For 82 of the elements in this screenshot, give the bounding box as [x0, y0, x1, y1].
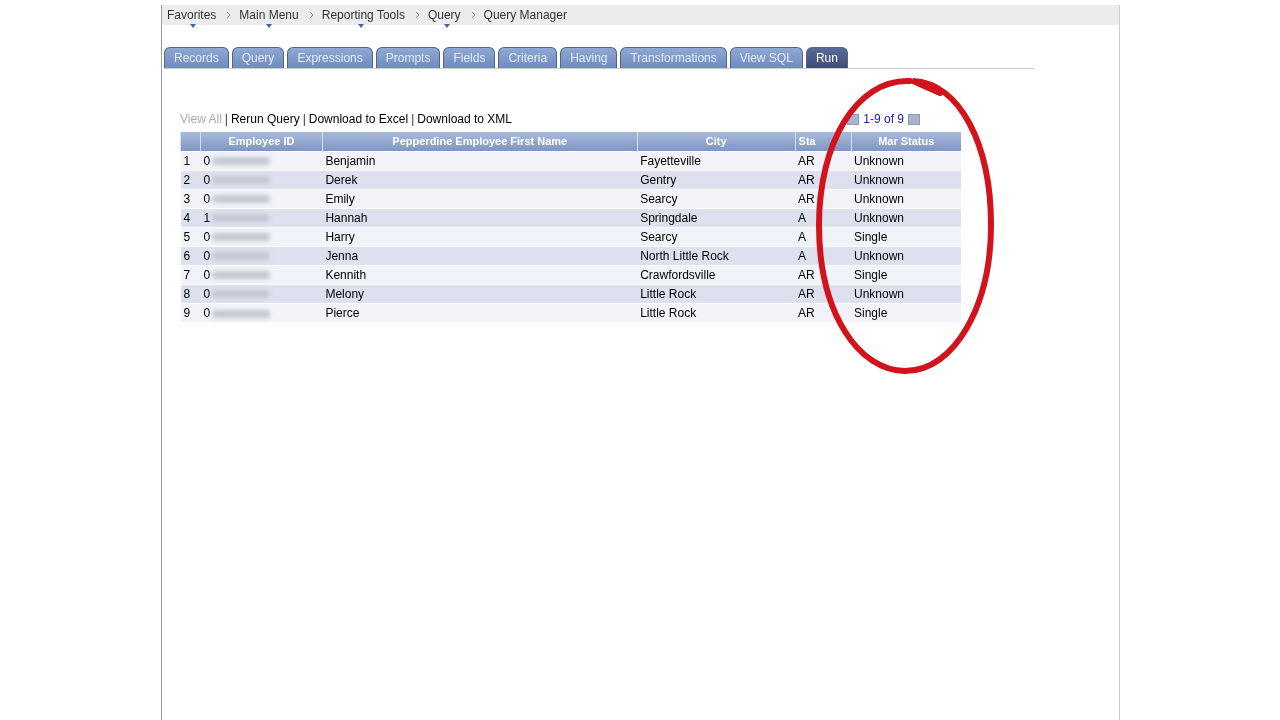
redaction-blur [212, 195, 271, 204]
row-number: 9 [180, 303, 201, 322]
table-cell: Pierce [322, 303, 638, 322]
separator: | [223, 111, 229, 128]
table-cell: Emily [322, 189, 638, 208]
row-number: 3 [180, 189, 201, 208]
redaction-blur [212, 233, 271, 242]
table-cell: Benjamin [322, 151, 638, 170]
tab[interactable]: Run [805, 47, 848, 68]
table-cell: Single [851, 303, 961, 322]
table-cell: Derek [322, 170, 638, 189]
link[interactable]: Download to Excel [308, 110, 409, 128]
dropdown-icon[interactable] [266, 24, 273, 28]
table-cell: Unknown [851, 189, 961, 208]
redaction-blur [212, 176, 271, 185]
table-cell: Searcy [637, 189, 796, 208]
row-number: 7 [180, 265, 201, 284]
row-number: 8 [180, 284, 201, 303]
table-cell: Little Rock [637, 303, 796, 322]
table-cell: Little Rock [637, 284, 796, 303]
separator-icon [414, 11, 420, 19]
table-cell: Kennith [322, 265, 638, 284]
breadcrumb-link[interactable]: Query [427, 6, 469, 24]
redaction-blur [212, 252, 271, 261]
table-cell: North Little Rock [637, 246, 796, 265]
table-cell: Fayetteville [637, 151, 796, 170]
redaction-blur [212, 309, 271, 318]
table-cell: Harry [322, 227, 638, 246]
link[interactable]: Rerun Query [230, 110, 300, 128]
column-header: Employee ID [200, 132, 323, 151]
separator: | [301, 111, 307, 128]
table-cell: Searcy [637, 227, 796, 246]
row-number: 2 [180, 170, 201, 189]
breadcrumb-link[interactable]: Main Menu [239, 6, 307, 24]
separator: | [410, 111, 416, 128]
table-cell: 0 [203, 248, 211, 263]
next-icon[interactable] [908, 113, 920, 125]
row-number: 4 [180, 208, 201, 227]
table-cell: 1 [203, 210, 211, 225]
table-cell: Melony [322, 284, 638, 303]
table-cell: Unknown [851, 284, 961, 303]
redaction-blur [212, 214, 271, 223]
table-cell: Unknown [851, 208, 961, 227]
redaction-blur [212, 271, 271, 280]
table-cell: 0 [203, 153, 211, 168]
table-cell: Jenna [322, 246, 638, 265]
table-cell: 0 [203, 286, 211, 301]
table-cell: Unknown [851, 151, 961, 170]
separator-icon [226, 11, 232, 19]
page-range: 1-9 of 9 [863, 111, 904, 128]
table-cell: Hannah [322, 208, 638, 227]
column-header: City [637, 132, 796, 151]
table-cell: 0 [203, 305, 211, 320]
breadcrumb-link[interactable]: Reporting Tools [321, 6, 413, 24]
breadcrumb-link[interactable]: Query Manager [483, 6, 575, 24]
table-cell: Crawfordsville [637, 265, 796, 284]
table-cell: Gentry [637, 170, 796, 189]
link[interactable]: Download to XML [417, 110, 512, 128]
breadcrumb-link[interactable]: Favorites [167, 6, 225, 24]
previous-icon[interactable] [847, 113, 860, 125]
table-cell: 0 [203, 191, 211, 206]
table-cell: Unknown [851, 170, 961, 189]
table-cell: 0 [203, 229, 211, 244]
dropdown-icon[interactable] [444, 24, 451, 28]
column-header: Mar Status [851, 132, 961, 151]
redaction-blur [212, 290, 271, 299]
dropdown-icon[interactable] [189, 24, 196, 28]
table-cell: 0 [203, 172, 211, 187]
row-number: 6 [180, 246, 201, 265]
column-header: Pepperdine Employee First Name [322, 132, 638, 151]
link: View All [180, 111, 222, 128]
separator-icon [470, 11, 476, 19]
table-cell: Unknown [851, 246, 961, 265]
redaction-blur [212, 157, 271, 166]
row-number: 1 [180, 151, 201, 170]
dropdown-icon[interactable] [358, 24, 365, 28]
table-cell: Springdale [637, 208, 796, 227]
separator-icon [308, 11, 314, 19]
table-cell: Single [851, 227, 961, 246]
row-number: 5 [180, 227, 201, 246]
table-cell: 0 [203, 267, 211, 282]
table-cell: Single [851, 265, 961, 284]
